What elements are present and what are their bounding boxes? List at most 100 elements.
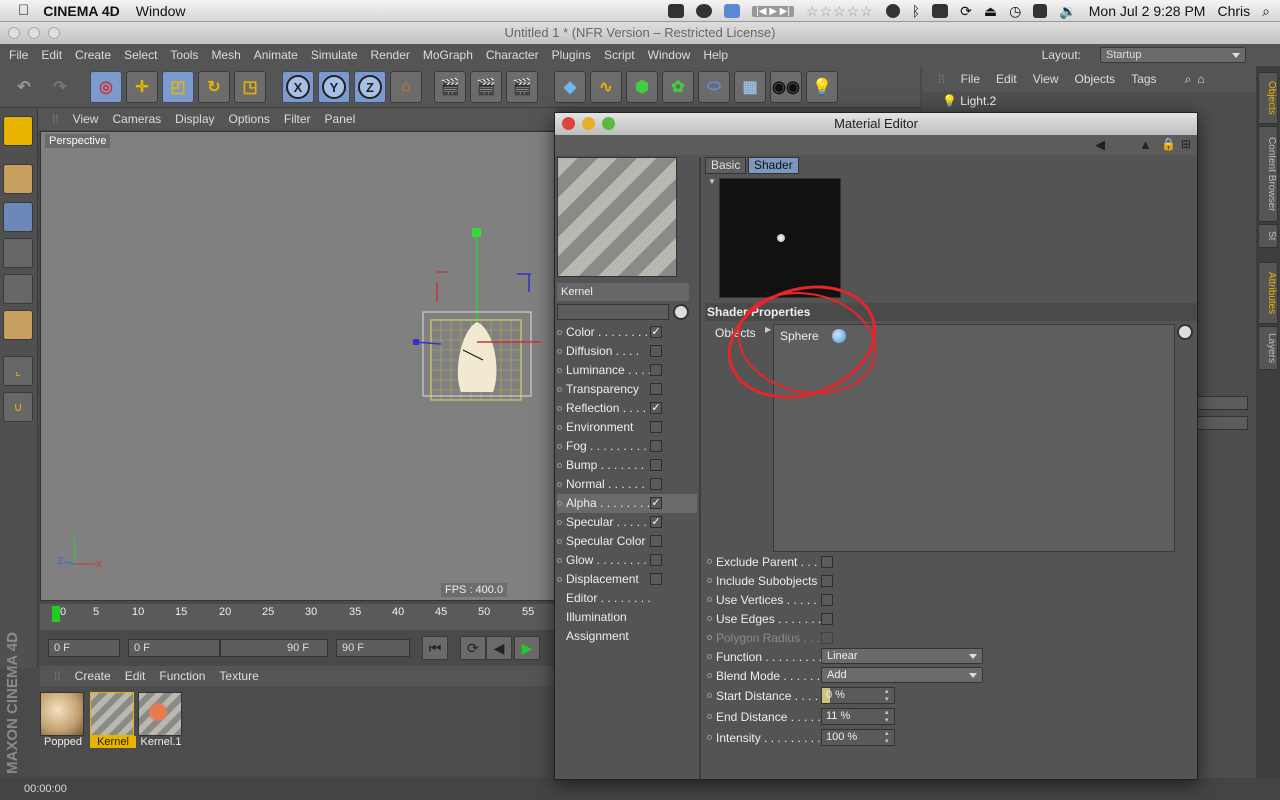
collapse-arrow-icon[interactable]: ▼: [708, 177, 716, 186]
menu-window[interactable]: Window: [648, 48, 691, 62]
end-frame-field[interactable]: 90 F: [336, 639, 410, 657]
prop-use-vertices[interactable]: Use Vertices . . . . . .: [707, 591, 1007, 609]
page-assignment[interactable]: Assignment: [557, 627, 697, 646]
z-axis-button[interactable]: Z: [354, 71, 386, 103]
apple-icon[interactable]: : [18, 2, 29, 19]
material-label[interactable]: Kernel.1: [138, 736, 184, 748]
attributes-dropdown[interactable]: [1192, 416, 1248, 430]
tab-shader[interactable]: Shader: [748, 157, 799, 174]
shader-preview[interactable]: [719, 178, 841, 298]
minimize-window-button[interactable]: [582, 117, 595, 130]
viewport-menu-view[interactable]: View: [73, 112, 99, 126]
y-axis-button[interactable]: Y: [318, 71, 350, 103]
channel-color[interactable]: Color . . . . . . . . ✓: [557, 323, 697, 342]
channel-transparency[interactable]: Transparency: [557, 380, 697, 399]
menu-simulate[interactable]: Simulate: [311, 48, 358, 62]
media-controls-icon[interactable]: |◀ ▶ ▶|: [752, 5, 794, 17]
channel-checkbox[interactable]: [650, 440, 662, 452]
viewport-menu-display[interactable]: Display: [175, 112, 214, 126]
channel-checkbox[interactable]: [650, 383, 662, 395]
mat-menu-texture[interactable]: Texture: [219, 669, 258, 683]
menu-edit[interactable]: Edit: [41, 48, 62, 62]
edges-mode-icon[interactable]: [3, 274, 33, 304]
perspective-viewport[interactable]: Perspective Y X Z FPS : 400.0: [40, 131, 556, 601]
channel-checkbox[interactable]: [650, 364, 662, 376]
eject-icon[interactable]: ⏏: [984, 3, 997, 20]
material-name-field[interactable]: Kernel: [557, 283, 689, 301]
channel-glow[interactable]: Glow . . . . . . . .: [557, 551, 697, 570]
menu-mesh[interactable]: Mesh: [211, 48, 240, 62]
back-arrow-icon[interactable]: ◀: [1095, 137, 1105, 153]
menu-mograph[interactable]: MoGraph: [423, 48, 473, 62]
undo-icon[interactable]: ↶: [8, 71, 40, 103]
start-distance-input[interactable]: 0 %: [821, 687, 895, 704]
app-menu[interactable]: CINEMA 4D: [43, 3, 120, 19]
channel-checkbox[interactable]: [650, 421, 662, 433]
channel-checkbox[interactable]: [650, 478, 662, 490]
channel-normal[interactable]: Normal . . . . . .: [557, 475, 697, 494]
render-view-icon[interactable]: 🎬: [434, 71, 466, 103]
battery-icon[interactable]: [1033, 4, 1048, 18]
snap-icon[interactable]: ∪: [3, 392, 33, 422]
kernel-object-gizmo[interactable]: [401, 222, 561, 412]
channel-reflection[interactable]: Reflection . . . . ✓: [557, 399, 697, 418]
axis-mode-icon[interactable]: ⌞: [3, 356, 33, 386]
zoom-window-button[interactable]: [602, 117, 615, 130]
obj-menu-objects[interactable]: Objects: [1075, 72, 1116, 86]
array-icon[interactable]: ✿: [662, 71, 694, 103]
viewport-menu-filter[interactable]: Filter: [284, 112, 311, 126]
close-window-button[interactable]: [8, 27, 20, 39]
menu-tools[interactable]: Tools: [170, 48, 198, 62]
lock-icon[interactable]: 🔒: [1161, 137, 1176, 151]
display-icon[interactable]: [932, 4, 949, 18]
channel-bump[interactable]: Bump . . . . . . .: [557, 456, 697, 475]
cube-icon[interactable]: ◆: [554, 71, 586, 103]
property-checkbox[interactable]: [821, 556, 833, 568]
obj-menu-edit[interactable]: Edit: [996, 72, 1017, 86]
camera-object-icon[interactable]: ◉◉: [770, 71, 802, 103]
sync-icon[interactable]: ⟳: [960, 3, 972, 20]
home-icon[interactable]: ⌂: [1197, 72, 1204, 86]
range-start-field[interactable]: 0 F: [128, 639, 220, 657]
channel-checkbox[interactable]: [650, 573, 662, 585]
ubuntu-icon[interactable]: [885, 4, 900, 18]
x-axis-button[interactable]: X: [282, 71, 314, 103]
material-label[interactable]: Popped: [40, 736, 86, 748]
menu-script[interactable]: Script: [604, 48, 635, 62]
channel-displacement[interactable]: Displacement: [557, 570, 697, 589]
viewport-menu-cameras[interactable]: Cameras: [112, 112, 161, 126]
property-checkbox[interactable]: [821, 575, 833, 587]
blend-mode-dropdown[interactable]: Add: [821, 667, 983, 683]
intensity-input[interactable]: 100 %: [821, 729, 895, 746]
pointer-icon[interactable]: [673, 304, 689, 320]
polygons-mode-icon[interactable]: [3, 310, 33, 340]
tab-objects[interactable]: Objects: [1258, 72, 1278, 124]
layout-dropdown[interactable]: Startup: [1100, 47, 1246, 63]
subdivision-icon[interactable]: ⬢: [626, 71, 658, 103]
up-arrow-icon[interactable]: ▲: [1139, 137, 1152, 152]
mat-menu-create[interactable]: Create: [75, 669, 111, 683]
prev-key-button[interactable]: ◀: [486, 636, 512, 660]
user-name[interactable]: Chris: [1217, 3, 1250, 19]
record-icon[interactable]: [696, 4, 713, 18]
prop-start-distance[interactable]: Start Distance . . . . .0 %: [707, 687, 1007, 705]
current-frame-field[interactable]: 0 F: [48, 639, 120, 657]
mat-menu-edit[interactable]: Edit: [125, 669, 146, 683]
pointer-icon[interactable]: [1177, 324, 1193, 340]
mac-menu-window[interactable]: Window: [136, 3, 186, 19]
prop-include-subobjects[interactable]: Include Subobjects: [707, 572, 1007, 590]
render-region-icon[interactable]: 🎬: [470, 71, 502, 103]
channel-luminance[interactable]: Luminance . . . .: [557, 361, 697, 380]
prop-blend-mode[interactable]: Blend Mode . . . . . . Add: [707, 667, 1007, 685]
menu-file[interactable]: File: [9, 48, 28, 62]
channel-search-field[interactable]: [557, 304, 669, 320]
spline-icon[interactable]: ∿: [590, 71, 622, 103]
move-icon[interactable]: ✛: [126, 71, 158, 103]
menu-create[interactable]: Create: [75, 48, 111, 62]
object-row-light[interactable]: 💡 Light.2: [928, 94, 1254, 112]
menu-help[interactable]: Help: [703, 48, 728, 62]
bluetooth-icon[interactable]: ᛒ: [912, 3, 920, 19]
property-checkbox[interactable]: [821, 613, 833, 625]
channel-checkbox[interactable]: [650, 535, 662, 547]
channel-environment[interactable]: Environment: [557, 418, 697, 437]
